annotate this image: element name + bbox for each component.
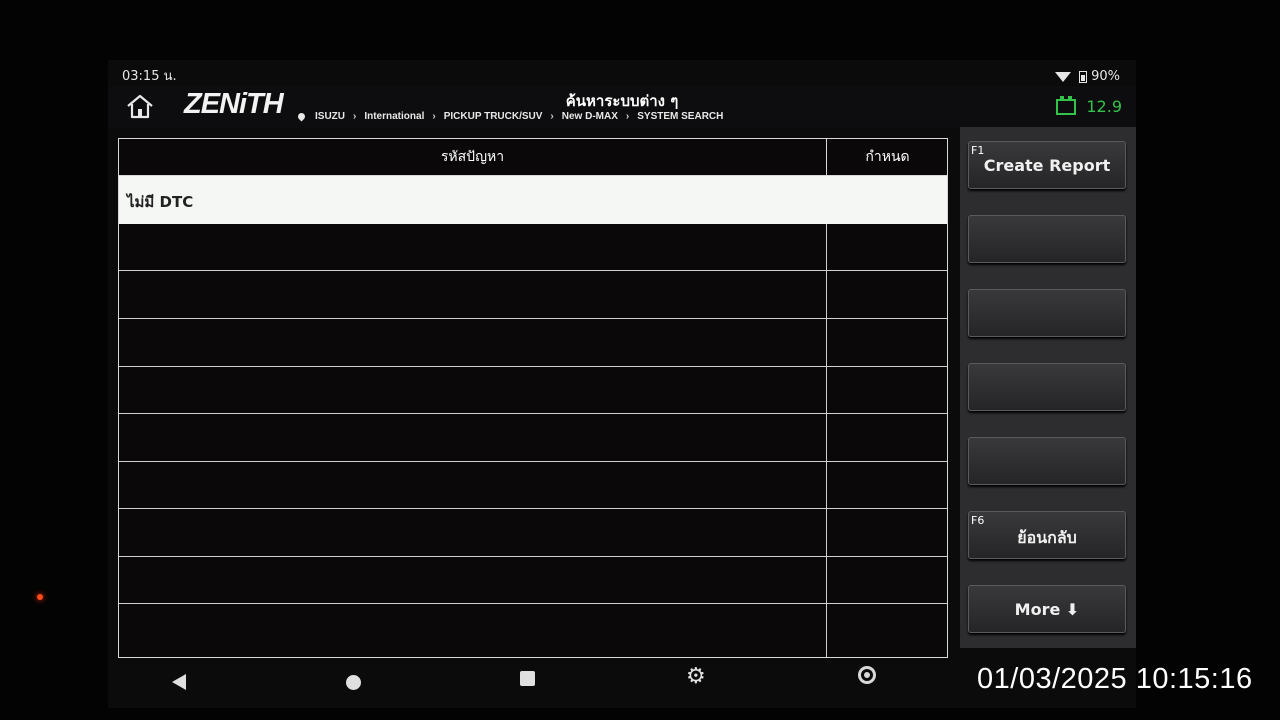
function-button-4[interactable] [968,363,1126,411]
back-icon[interactable] [172,674,186,690]
table-cell [119,271,827,318]
camera-timestamp: 01/03/2025 10:15:16 [977,663,1253,695]
table-row[interactable] [119,462,947,509]
table-cell [119,462,827,508]
recent-apps-icon[interactable] [520,671,535,686]
table-cell [119,414,827,461]
dtc-code-text: ไม่มี DTC [127,193,194,211]
table-row[interactable] [119,509,947,557]
table-row[interactable] [119,414,947,462]
column-header-definition: กำหนด [865,149,910,165]
function-panel: F1 Create Report F6 ย้อนกลับ More ⬇ [960,127,1136,648]
wifi-icon [1055,71,1072,82]
table-cell [119,319,827,366]
chevron-right-icon: › [550,111,554,122]
table-cell [119,509,827,556]
app-header: ZENiTH ค้นหาระบบต่าง ๆ ISUZU › Internati… [108,86,1136,128]
chevron-right-icon: › [353,111,357,122]
car-battery-icon [1056,95,1077,115]
table-row[interactable] [119,604,947,657]
chrome-icon[interactable] [858,666,876,684]
status-indicators: 90% [1055,69,1120,84]
breadcrumb-item[interactable]: PICKUP TRUCK/SUV [444,111,543,122]
table-row[interactable] [119,271,947,319]
breadcrumb-item[interactable]: International [364,111,424,122]
dtc-table: รหัสปัญหา กำหนด ไม่มี DTC [118,138,948,658]
button-label: More ⬇ [1014,600,1080,619]
table-row[interactable] [119,224,947,271]
breadcrumb-item[interactable]: New D-MAX [562,111,618,122]
indicator-led [37,594,43,600]
home-circle-icon[interactable] [346,675,361,690]
table-header: รหัสปัญหา กำหนด [119,139,947,176]
table-cell [119,367,827,413]
location-pin-icon [296,111,307,122]
page-title: ค้นหาระบบต่าง ๆ [565,92,679,110]
button-label: ย้อนกลับ [1017,528,1077,547]
breadcrumb-item[interactable]: ISUZU [315,111,345,122]
voltage-indicator: 12.9 [1056,95,1122,116]
create-report-button[interactable]: F1 Create Report [968,141,1126,189]
breadcrumb-item[interactable]: SYSTEM SEARCH [637,111,723,122]
table-cell: ไม่มี DTC [119,176,826,224]
table-cell [119,224,827,270]
chevron-right-icon: › [432,111,436,122]
table-row[interactable] [119,367,947,414]
table-cell [119,557,827,603]
column-header-code: รหัสปัญหา [119,139,827,175]
tablet-screen: 03:15 น. 90% ZENiTH ค้นหาระบบต่าง ๆ ISUZ… [108,60,1136,708]
voltage-value: 12.9 [1086,97,1122,116]
chevron-right-icon: › [625,111,630,122]
button-label: Create Report [983,156,1111,175]
battery-icon [1079,70,1088,83]
function-button-2[interactable] [968,215,1126,263]
breadcrumb: ISUZU › International › PICKUP TRUCK/SUV… [296,111,723,122]
table-row[interactable] [119,319,947,367]
table-row[interactable] [119,557,947,604]
more-button[interactable]: More ⬇ [968,585,1126,633]
function-button-3[interactable] [968,289,1126,337]
table-cell [119,604,827,657]
back-button[interactable]: F6 ย้อนกลับ [968,511,1126,559]
photo-frame: 03:15 น. 90% ZENiTH ค้นหาระบบต่าง ๆ ISUZ… [0,0,1280,720]
battery-percent: 90% [1091,69,1120,84]
table-row[interactable]: ไม่มี DTC [119,176,947,224]
function-button-5[interactable] [968,437,1126,485]
settings-icon[interactable]: ⚙ [686,664,706,689]
status-time: 03:15 น. [122,69,177,84]
